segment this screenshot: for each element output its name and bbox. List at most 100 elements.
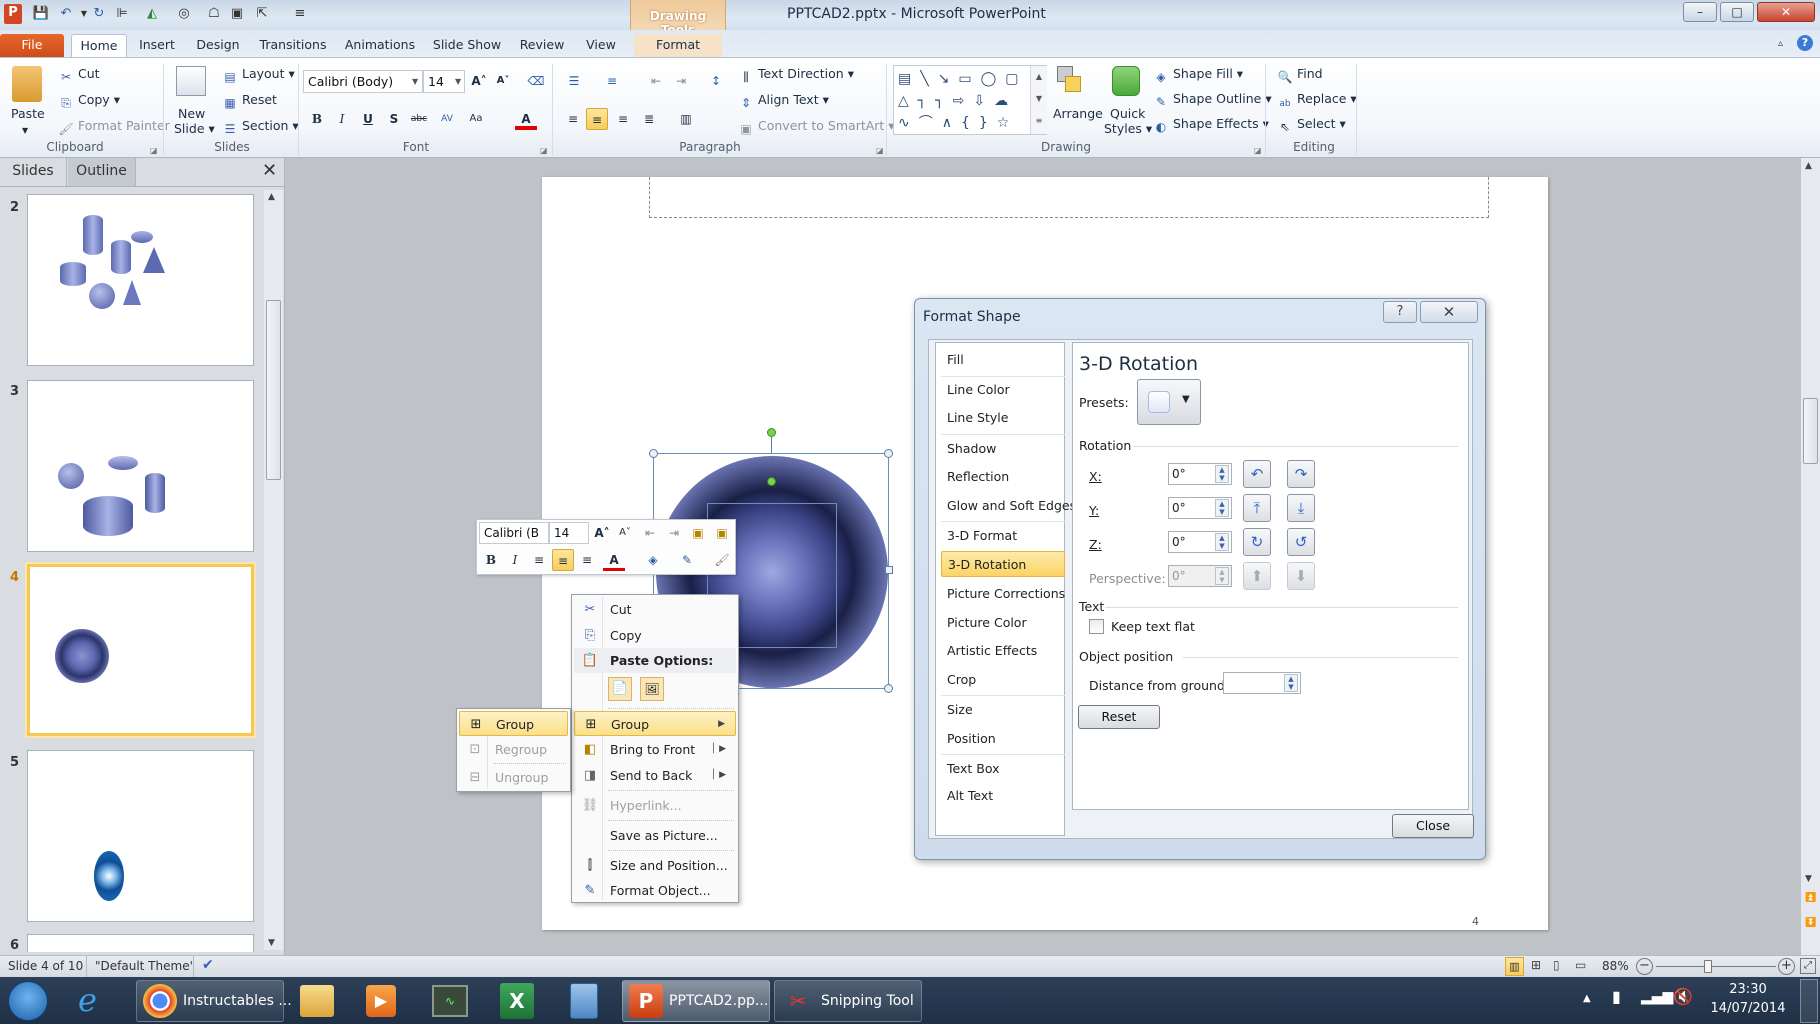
resize-handle[interactable] — [649, 449, 658, 458]
x-rotation-input[interactable]: 0° ▲ ▼ — [1168, 463, 1232, 485]
mini-shape-outline-icon[interactable]: ✎ — [676, 549, 698, 571]
paste-dropdown-icon[interactable]: ▼ — [22, 123, 28, 139]
text-direction-button[interactable]: ⫼ Text Direction ▾ — [738, 66, 854, 85]
mini-format-painter-icon[interactable]: 🖌 — [711, 549, 733, 571]
shapes-icon[interactable]: ◎ — [175, 5, 193, 23]
cut-button[interactable]: ✂ Cut — [58, 66, 100, 85]
tab-insert[interactable]: Insert — [132, 34, 182, 58]
tab-home[interactable]: Home — [71, 34, 127, 58]
text-shadow-icon[interactable]: S — [383, 108, 405, 130]
previous-slide-icon[interactable]: ⏫ — [1805, 893, 1816, 903]
file-explorer-icon[interactable] — [300, 985, 334, 1017]
submenu-item-group[interactable]: ⊞ Group — [459, 711, 568, 736]
decrease-indent-icon[interactable]: ⇤ — [645, 70, 667, 92]
minimize-button[interactable]: – — [1683, 2, 1717, 22]
font-name-combo[interactable]: Calibri (Body) — [303, 70, 423, 93]
resize-icon[interactable]: ▣ — [228, 5, 246, 23]
resize-handle[interactable] — [884, 449, 893, 458]
x-rotate-left-button[interactable]: ↶ — [1243, 460, 1271, 488]
select-icon[interactable]: ⇱ — [253, 5, 271, 23]
submenu-arrow-icon[interactable]: │ ▶ — [711, 737, 726, 762]
perspective-increase-button[interactable]: ⬆ — [1243, 562, 1271, 590]
arrange-button[interactable]: Arrange — [1053, 106, 1103, 122]
slide-show-view-icon[interactable]: ▭ — [1575, 958, 1586, 972]
quick-styles-button-2[interactable]: Styles ▾ — [1104, 121, 1152, 137]
find-button[interactable]: 🔍 Find — [1277, 66, 1323, 85]
slide-thumbnail-5[interactable] — [27, 750, 254, 922]
mini-font-name-combo[interactable]: Calibri (B — [479, 522, 549, 544]
scroll-down-icon[interactable]: ▼ — [1805, 874, 1812, 884]
clipboard-launcher-icon[interactable]: ◪ — [150, 146, 158, 155]
tab-slide-show[interactable]: Slide Show — [428, 34, 506, 58]
maximize-button[interactable]: □ — [1720, 2, 1754, 22]
y-rotate-down-button[interactable]: ⤓ — [1287, 494, 1315, 522]
nav-fill[interactable]: Fill — [941, 347, 1065, 373]
dialog-help-button[interactable]: ? — [1383, 301, 1417, 323]
nav-glow-soft-edges[interactable]: Glow and Soft Edges — [941, 493, 1076, 519]
perspective-spinner[interactable]: ▲ ▼ — [1215, 567, 1229, 585]
shapes-row-1[interactable]: ▤╲↘▭◯▢ — [898, 68, 1028, 90]
nav-3d-rotation[interactable]: 3-D Rotation — [941, 551, 1065, 577]
zoom-level[interactable]: 88% — [1602, 959, 1629, 973]
menu-item-hyperlink[interactable]: ⛓ Hyperlink... — [574, 793, 736, 818]
shape-outline-button[interactable]: ✎ Shape Outline ▾ — [1153, 91, 1272, 110]
paste-use-destination-theme-button[interactable]: 📄 — [608, 677, 632, 701]
quick-styles-button[interactable]: Quick — [1110, 106, 1145, 122]
title-placeholder[interactable] — [649, 177, 1489, 218]
nav-picture-color[interactable]: Picture Color — [941, 610, 1065, 636]
bold-icon[interactable]: B — [306, 108, 328, 130]
scroll-down-icon[interactable]: ▼ — [268, 938, 275, 948]
mini-shape-fill-icon[interactable]: ◈ — [642, 549, 664, 571]
zoom-out-button[interactable]: − — [1636, 958, 1653, 975]
tab-file[interactable]: File — [0, 34, 64, 58]
shapes-row-2[interactable]: △┐┐⇨⇩☁ — [898, 90, 1017, 112]
save-icon[interactable]: 💾 — [32, 5, 50, 23]
close-window-button[interactable]: ✕ — [1757, 2, 1815, 22]
layout-button[interactable]: ▤ Layout ▾ — [222, 66, 294, 85]
theme-name[interactable]: "Default Theme" — [95, 959, 195, 973]
fill-icon[interactable]: ◭ — [143, 5, 161, 23]
z-rotation-input[interactable]: 0° ▲ ▼ — [1168, 531, 1232, 553]
submenu-arrow-icon[interactable]: │ ▶ — [711, 763, 726, 788]
paste-icon[interactable] — [12, 66, 42, 102]
nav-size[interactable]: Size — [941, 697, 1065, 723]
distance-spinner[interactable]: ▲ ▼ — [1284, 674, 1298, 692]
slides-pane-scrollbar[interactable]: ▲ ▼ — [264, 190, 283, 950]
mini-bold-icon[interactable]: B — [480, 549, 502, 571]
new-slide-icon[interactable] — [176, 66, 206, 96]
perspective-decrease-button[interactable]: ⬇ — [1287, 562, 1315, 590]
zoom-slider-track[interactable] — [1656, 966, 1776, 967]
menu-item-save-as-picture[interactable]: Save as Picture... — [574, 823, 736, 848]
replace-button[interactable]: ab Replace ▾ — [1277, 91, 1356, 112]
next-slide-icon[interactable]: ⏬ — [1805, 918, 1816, 928]
powerpoint-app-icon[interactable]: P — [4, 4, 22, 24]
editor-vertical-scrollbar[interactable]: ▲ ▼ ⏫ ⏬ — [1801, 158, 1820, 955]
clock-time[interactable]: 23:30 — [1703, 982, 1793, 997]
tab-format[interactable]: Format — [634, 34, 722, 58]
x-rotate-right-button[interactable]: ↷ — [1287, 460, 1315, 488]
change-case-icon[interactable]: Aa — [465, 108, 487, 130]
bullets-icon[interactable]: ☰ — [563, 70, 585, 92]
menu-item-bring-to-front[interactable]: ◧ Bring to Front │ ▶ — [574, 737, 736, 762]
mini-increase-indent-icon[interactable]: ⇥ — [663, 522, 685, 544]
close-pane-icon[interactable]: ✕ — [262, 160, 277, 181]
spell-check-icon[interactable]: ✔ — [202, 957, 214, 973]
z-rotation-spinner[interactable]: ▲ ▼ — [1215, 533, 1229, 551]
reset-slide-button[interactable]: ▦ Reset — [222, 92, 277, 111]
underline-icon[interactable]: U — [357, 108, 379, 130]
nav-line-color[interactable]: Line Color — [941, 377, 1065, 403]
distance-from-ground-input[interactable]: ▲ ▼ — [1223, 672, 1301, 694]
menu-item-copy[interactable]: ⎘ Copy — [574, 623, 736, 648]
drawing-launcher-icon[interactable]: ◪ — [1254, 146, 1262, 155]
font-name-dropdown-icon[interactable]: ▼ — [412, 77, 418, 86]
scroll-thumb[interactable] — [266, 300, 281, 480]
shape-icon[interactable]: ☖ — [205, 5, 223, 23]
tab-review[interactable]: Review — [514, 34, 570, 58]
reading-view-icon[interactable]: ▯ — [1553, 958, 1560, 972]
calculator-icon[interactable] — [570, 983, 598, 1019]
submenu-item-regroup[interactable]: ⊡ Regroup — [459, 737, 568, 762]
slide-thumbnail-4[interactable] — [27, 564, 254, 736]
tab-view[interactable]: View — [576, 34, 626, 58]
mini-align-left-icon[interactable]: ≡ — [528, 549, 550, 571]
format-painter-button[interactable]: 🖌 Format Painter — [58, 118, 169, 137]
